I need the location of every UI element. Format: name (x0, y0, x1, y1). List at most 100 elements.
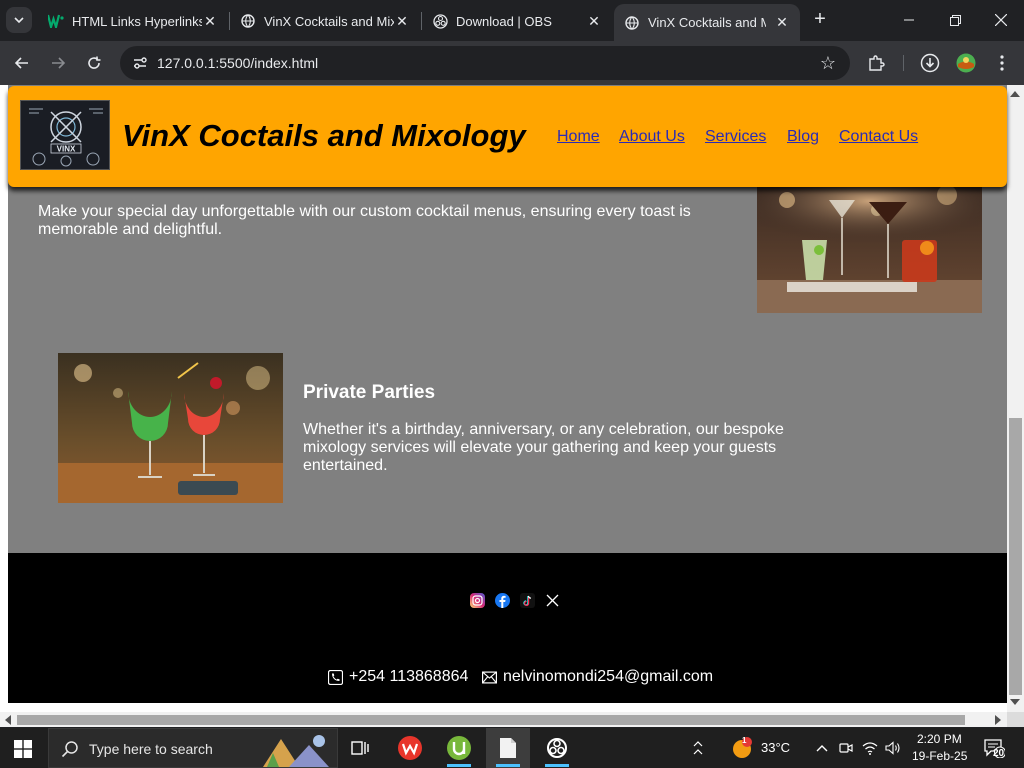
obs-studio-app[interactable] (535, 728, 579, 768)
profile-avatar[interactable] (954, 51, 978, 75)
browser-tab-4-active[interactable]: VinX Cocktails and Mix ✕ (614, 4, 800, 41)
phone-icon (328, 669, 343, 685)
reload-button[interactable] (82, 51, 106, 75)
browser-tab-3[interactable]: Download | OBS ✕ (422, 5, 612, 37)
forward-button[interactable] (46, 51, 70, 75)
search-icon (61, 741, 78, 758)
start-button[interactable] (14, 740, 32, 758)
restore-icon (949, 14, 961, 26)
scroll-right-arrow-icon[interactable] (995, 715, 1001, 725)
chevron-down-icon (14, 17, 24, 24)
obs-icon (547, 738, 567, 758)
task-view-button[interactable] (338, 728, 382, 768)
close-icon[interactable]: ✕ (394, 13, 410, 30)
site-header: VINX VinX Coctails and Mixology Home Abo… (8, 86, 1007, 187)
search-placeholder: Type here to search (89, 741, 213, 757)
taskbar-search-box[interactable]: Type here to search (48, 728, 338, 768)
footer-phone[interactable]: +254 113868864 (328, 668, 468, 686)
tab-title: Download | OBS (456, 13, 552, 29)
windows-taskbar: Type here to search 1 33°C 2:20 PM 19-Fe… (0, 728, 1024, 768)
nav-link-home[interactable]: Home (557, 128, 600, 146)
site-info-icon[interactable] (132, 55, 148, 71)
puzzle-icon (869, 55, 885, 71)
facebook-icon[interactable] (494, 592, 510, 608)
wifi-icon[interactable] (862, 740, 878, 756)
service-description: Make your special day unforgettable with… (38, 203, 691, 238)
bookmark-star-icon[interactable]: ☆ (820, 53, 836, 74)
task-view-icon (351, 741, 369, 755)
scroll-down-arrow-icon[interactable] (1010, 699, 1020, 705)
utorrent-icon (447, 736, 471, 760)
page-viewport: VINX VinX Coctails and Mixology Home Abo… (0, 85, 1024, 727)
utorrent-app[interactable] (437, 728, 481, 768)
chevron-up-icon[interactable] (814, 740, 830, 756)
globe-icon (240, 13, 256, 29)
back-button[interactable] (10, 51, 34, 75)
reload-icon (88, 56, 101, 69)
site-logo[interactable]: VINX (20, 100, 110, 170)
volume-icon[interactable] (885, 740, 901, 756)
windows-logo-icon (14, 740, 32, 758)
tab-title: VinX Cocktails and Mix (648, 15, 766, 30)
close-window-button[interactable] (978, 0, 1024, 40)
document-icon (500, 738, 516, 758)
notification-count: 20 (993, 748, 1005, 759)
private-party-cocktails-image (58, 353, 283, 503)
arrow-left-icon (14, 57, 28, 69)
wps-office-app[interactable] (388, 728, 432, 768)
globe-icon (624, 15, 640, 31)
scroll-up-arrow-icon[interactable] (1010, 91, 1020, 97)
vertical-scroll-thumb[interactable] (1009, 418, 1022, 695)
service-description: Whether it's a birthday, anniversary, or… (303, 421, 784, 474)
nav-link-blog[interactable]: Blog (787, 128, 819, 146)
cocktails-image (757, 180, 982, 313)
browser-tab-strip: HTML Links Hyperlinks ✕ VinX Cocktails a… (0, 0, 1024, 41)
downloads-button[interactable] (918, 51, 942, 75)
toolbar-divider (903, 55, 904, 71)
nav-link-about-us[interactable]: About Us (619, 128, 685, 146)
browser-toolbar: 127.0.0.1:5500/index.html ☆ (0, 41, 1024, 85)
browser-tab-2[interactable]: VinX Cocktails and Mix ✕ (230, 5, 420, 37)
nav-link-services[interactable]: Services (705, 128, 766, 146)
search-highlight-illustration-icon (263, 735, 329, 767)
arrow-right-icon (52, 57, 66, 69)
page-body: VINX VinX Coctails and Mixology Home Abo… (8, 85, 1007, 703)
clock-date[interactable]: 19-Feb-25 (912, 749, 967, 763)
browser-menu-button[interactable] (990, 51, 1014, 75)
email-address: nelvinomondi254@gmail.com (503, 668, 714, 685)
close-icon (995, 14, 1007, 26)
more-vert-icon (1000, 55, 1004, 71)
clock-time[interactable]: 2:20 PM (917, 732, 962, 746)
weather-badge: 1 (742, 736, 747, 745)
address-bar[interactable]: 127.0.0.1:5500/index.html ☆ (120, 46, 850, 80)
meet-now-icon[interactable] (838, 740, 854, 756)
site-title: VinX Coctails and Mixology (122, 118, 526, 153)
download-icon (920, 53, 940, 73)
tab-title: HTML Links Hyperlinks (72, 13, 202, 29)
close-icon[interactable]: ✕ (774, 14, 790, 31)
x-icon[interactable] (544, 592, 560, 608)
vinx-logo-icon: VINX (21, 101, 109, 169)
show-hidden-icons-chevron-up-icon[interactable] (690, 740, 706, 756)
footer-email[interactable]: nelvinomondi254@gmail.com (482, 668, 713, 686)
close-icon[interactable]: ✕ (586, 13, 602, 30)
tab-search-button[interactable] (6, 7, 32, 33)
scroll-left-arrow-icon[interactable] (5, 715, 11, 725)
logo-text: VINX (57, 145, 76, 154)
browser-tab-1[interactable]: HTML Links Hyperlinks ✕ (38, 5, 228, 37)
close-icon[interactable]: ✕ (202, 13, 218, 30)
new-tab-button[interactable]: + (810, 9, 830, 29)
tiktok-icon[interactable] (519, 592, 535, 608)
site-footer: +254 113868864 nelvinomondi254@gmail.com (8, 553, 1007, 703)
instagram-icon[interactable] (469, 592, 485, 608)
weather-temperature[interactable]: 33°C (761, 740, 790, 755)
notepad-app[interactable] (486, 728, 530, 768)
extensions-button[interactable] (864, 51, 888, 75)
restore-button[interactable] (932, 0, 978, 40)
service-heading: Private Parties (303, 382, 436, 403)
tab-title: VinX Cocktails and Mix (264, 13, 394, 29)
nav-link-contact-us[interactable]: Contact Us (839, 128, 918, 146)
w3schools-icon (48, 13, 64, 29)
horizontal-scroll-thumb[interactable] (17, 715, 965, 725)
minimize-button[interactable] (886, 0, 932, 40)
